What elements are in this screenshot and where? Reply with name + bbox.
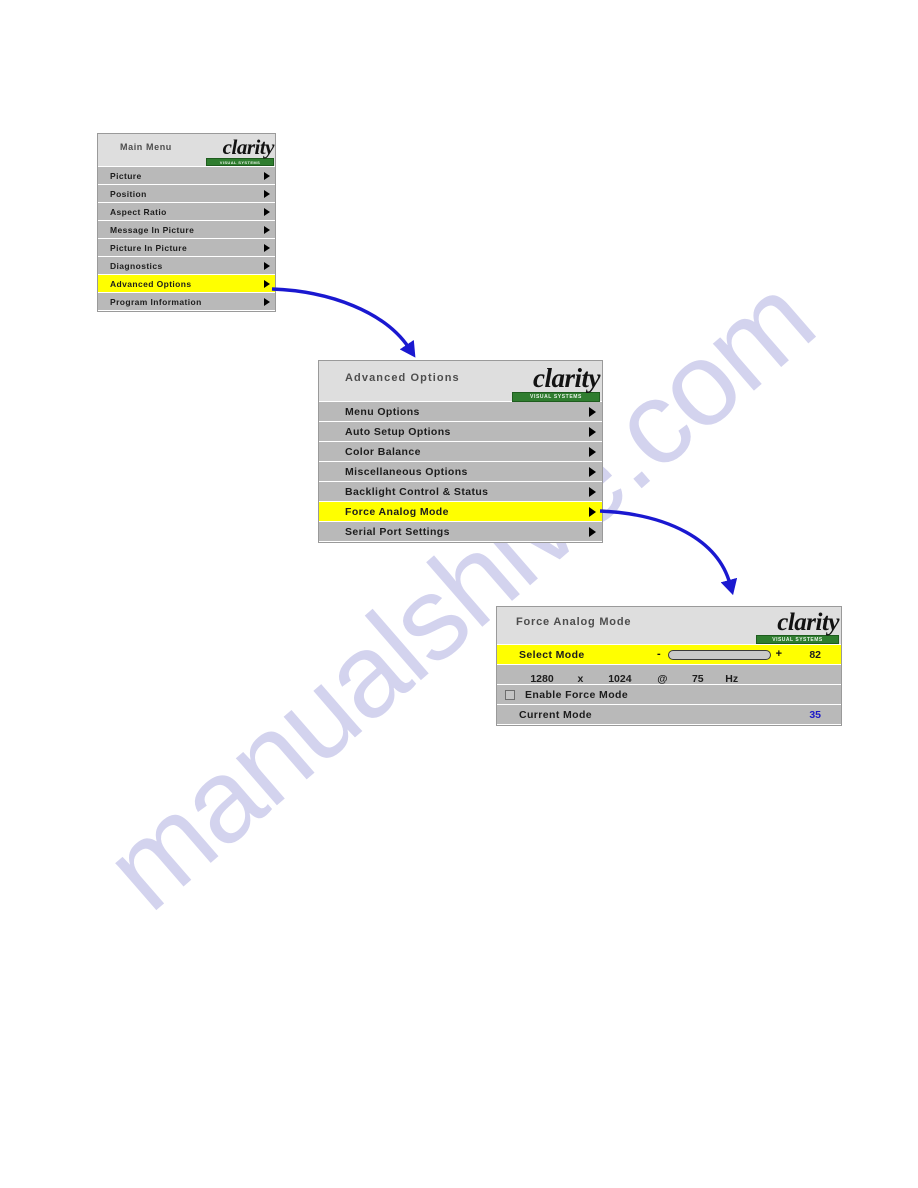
menu-item-auto-setup-options[interactable]: Auto Setup Options [319,422,602,442]
menu-item-menu-options[interactable]: Menu Options [319,402,602,422]
panel-header: Main Menu clarity VISUAL SYSTEMS [98,134,275,167]
menu-item-force-analog-mode[interactable]: Force Analog Mode [319,502,602,522]
chevron-right-icon [589,407,596,417]
panel-header: Advanced Options clarity VISUAL SYSTEMS [319,361,602,402]
menu-item-label: Force Analog Mode [345,506,449,518]
resolution-times-icon: x [577,673,584,685]
menu-item-serial-port-settings[interactable]: Serial Port Settings [319,522,602,542]
menu-item-color-balance[interactable]: Color Balance [319,442,602,462]
menu-item-backlight-control-and-status[interactable]: Backlight Control & Status [319,482,602,502]
menu-item-advanced-options[interactable]: Advanced Options [98,275,275,293]
osd-panel-main-menu: Main Menu clarity VISUAL SYSTEMS Picture… [97,133,276,312]
setting-label: Select Mode [519,649,585,661]
menu-item-picture-in-picture[interactable]: Picture In Picture [98,239,275,257]
menu-item-label: Program Information [110,297,202,307]
chevron-right-icon [589,527,596,537]
menu-item-label: Auto Setup Options [345,426,451,438]
menu-item-label: Serial Port Settings [345,526,450,538]
enable-force-mode-checkbox[interactable] [505,690,515,700]
resolution-readout: 1280 x 1024 @ 75 Hz [519,669,753,685]
chevron-right-icon [264,226,270,234]
menu-item-label: Position [110,189,147,199]
chevron-right-icon [589,427,596,437]
menu-item-label: Picture In Picture [110,243,188,253]
chevron-right-icon [589,487,596,497]
setting-row-resolution: 1280 x 1024 @ 75 Hz [497,665,841,685]
slider-decrement-icon[interactable]: - [657,648,661,660]
chevron-right-icon [589,467,596,477]
menu-item-label: Aspect Ratio [110,207,167,217]
menu-item-label: Diagnostics [110,261,163,271]
menu-list: Picture Position Aspect Ratio Message In… [98,167,275,311]
logo-wordmark: clarity [777,609,839,636]
menu-item-label: Picture [110,171,142,181]
slider-track[interactable] [668,650,771,660]
chevron-right-icon [264,208,270,216]
chevron-right-icon [589,447,596,457]
logo-tagline: VISUAL SYSTEMS [206,158,274,166]
menu-item-label: Message In Picture [110,225,195,235]
chevron-right-icon [264,298,270,306]
refresh-rate: 75 [691,673,704,685]
logo-tagline: VISUAL SYSTEMS [512,392,600,402]
setting-label: Current Mode [519,709,593,721]
chevron-right-icon [264,190,270,198]
osd-panel-force-analog-mode: Force Analog Mode clarity VISUAL SYSTEMS… [496,606,842,726]
menu-item-aspect-ratio[interactable]: Aspect Ratio [98,203,275,221]
chevron-right-icon [264,172,270,180]
page-watermark: manualshive.com [80,252,838,936]
panel-header: Force Analog Mode clarity VISUAL SYSTEMS [497,607,841,645]
chevron-right-icon [264,280,270,288]
setting-row-current-mode: Current Mode 35 [497,705,841,725]
logo-wordmark: clarity [222,135,275,159]
resolution-width: 1280 [530,673,554,685]
chevron-right-icon [264,262,270,270]
refresh-rate-unit: Hz [725,673,739,685]
setting-row-select-mode[interactable]: Select Mode - + 82 [497,645,841,665]
menu-item-picture[interactable]: Picture [98,167,275,185]
menu-item-position[interactable]: Position [98,185,275,203]
clarity-logo: clarity VISUAL SYSTEMS [751,609,840,644]
menu-item-program-information[interactable]: Program Information [98,293,275,311]
menu-item-label: Miscellaneous Options [345,466,468,478]
chevron-right-icon [264,244,270,252]
arrow-main-to-advanced [271,287,416,358]
slider-increment-icon[interactable]: + [776,648,782,660]
setting-label: Enable Force Mode [525,689,629,701]
menu-item-label: Color Balance [345,446,421,458]
logo-wordmark: clarity [533,363,600,393]
resolution-height: 1024 [608,673,632,685]
menu-item-miscellaneous-options[interactable]: Miscellaneous Options [319,462,602,482]
logo-tagline: VISUAL SYSTEMS [756,635,839,644]
select-mode-value: 82 [809,649,821,661]
menu-item-diagnostics[interactable]: Diagnostics [98,257,275,275]
clarity-logo: clarity VISUAL SYSTEMS [202,135,275,166]
chevron-right-icon [589,507,596,517]
current-mode-value: 35 [809,709,821,721]
osd-panel-advanced-options: Advanced Options clarity VISUAL SYSTEMS … [318,360,603,543]
setting-row-enable-force-mode[interactable]: Enable Force Mode [497,685,841,705]
page-title: Main Menu [120,142,172,152]
menu-list: Menu Options Auto Setup Options Color Ba… [319,402,602,542]
resolution-at-icon: @ [657,673,668,685]
menu-item-label: Backlight Control & Status [345,486,489,498]
clarity-logo: clarity VISUAL SYSTEMS [506,363,601,402]
menu-item-message-in-picture[interactable]: Message In Picture [98,221,275,239]
page-title: Force Analog Mode [516,616,632,628]
page-title: Advanced Options [345,372,460,384]
settings-list: Select Mode - + 82 1280 x 1024 @ 75 Hz E… [497,645,841,725]
select-mode-slider[interactable]: - + [657,648,782,661]
menu-item-label: Menu Options [345,406,420,418]
menu-item-label: Advanced Options [110,279,192,289]
